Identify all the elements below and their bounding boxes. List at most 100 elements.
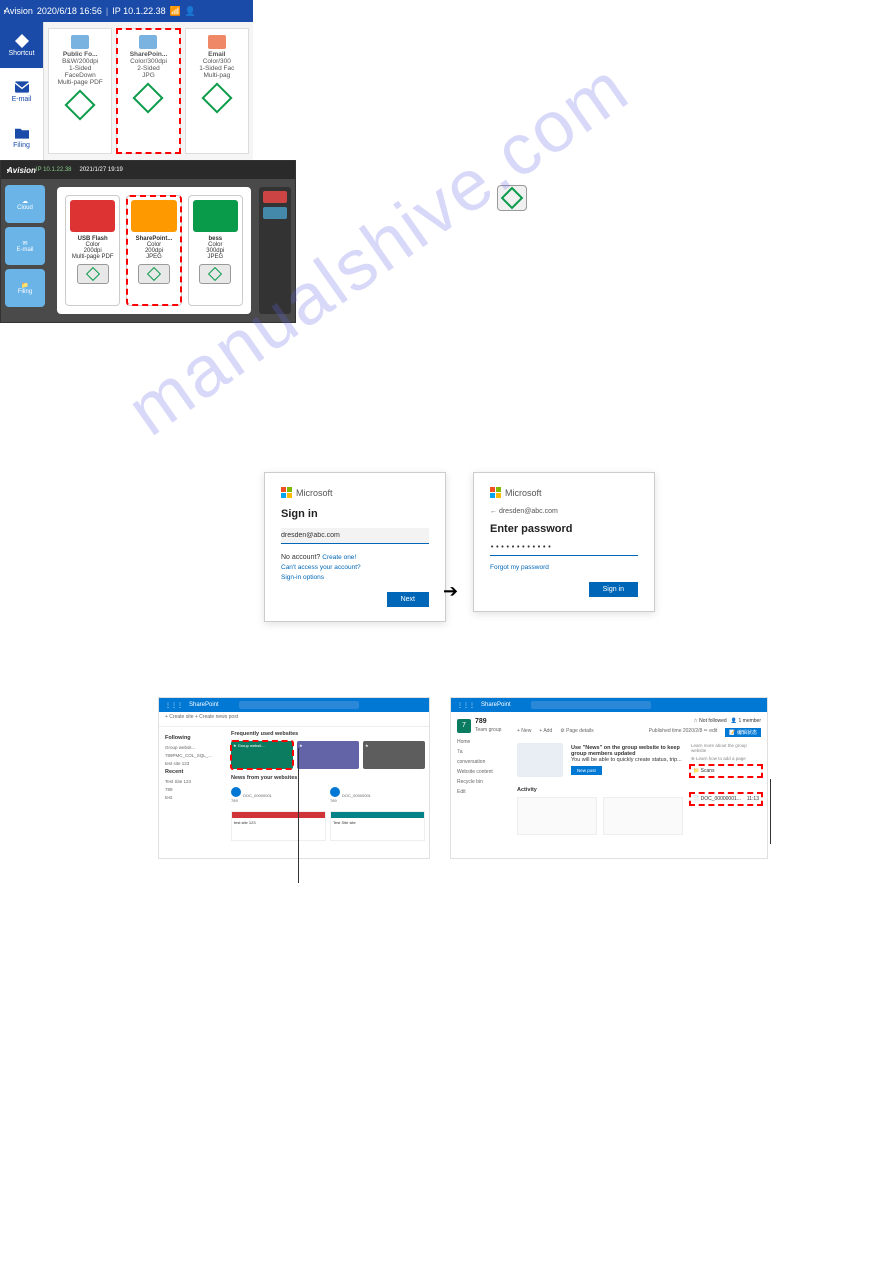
mail-icon: ✉ (22, 240, 27, 247)
grid-icon[interactable] (263, 191, 287, 203)
tile-public-folder[interactable]: Public Fo... B&W/200dpi 1-Sided FaceDown… (48, 28, 112, 154)
cant-access-link[interactable]: Can't access your account? (281, 564, 429, 571)
nav-item[interactable]: conversation (457, 759, 505, 765)
nav-item[interactable]: Website content (457, 769, 505, 775)
signin-button[interactable]: Sign in (589, 582, 638, 597)
new-post-button[interactable]: New post (571, 766, 602, 775)
nav-item[interactable]: Recycle bin (457, 779, 505, 785)
add-button[interactable]: + Add (539, 728, 552, 737)
ms-password-screen: Microsoft ← dresden@abc.com Enter passwo… (473, 472, 655, 612)
news-item[interactable]: DOC_00000001789 (231, 787, 326, 803)
create-account-link[interactable]: Create one! (322, 554, 356, 561)
scans-folder[interactable]: 📁 Scans (691, 766, 761, 776)
members-link[interactable]: 👤 1 member (731, 718, 761, 724)
nav-item[interactable]: 7a (457, 749, 505, 755)
diamond-icon (208, 267, 222, 281)
news-item[interactable]: DOC_00000001789 (330, 787, 425, 803)
arrow-icon: ➔ (443, 581, 458, 602)
following-item[interactable]: 789PMC_COL_SQL_... (165, 753, 221, 758)
user-icon: 👤 (185, 6, 196, 17)
account-email: ← dresden@abc.com (490, 508, 638, 515)
site-tile[interactable]: ★ (297, 741, 359, 769)
email-input[interactable] (281, 528, 429, 544)
search-input[interactable] (239, 701, 359, 709)
next-button[interactable]: Next (387, 592, 429, 607)
tile-email[interactable]: Email Color/300 1-Sided Fac Multi-pag (185, 28, 249, 154)
site-card[interactable]: Test Site site (330, 811, 425, 841)
sharepoint-home: ⋮⋮⋮ SharePoint + Create site + Create ne… (158, 697, 430, 859)
nav-cloud[interactable]: ☁Cloud (5, 185, 45, 223)
site-avatar-icon (330, 787, 340, 797)
brand: Avision (4, 6, 33, 16)
wifi-icon: 📶 (170, 6, 181, 17)
start-scan-button[interactable] (497, 185, 527, 211)
tile-sharepoint[interactable]: SharePoin... Color/300dpi 2-Sided JPG (116, 28, 180, 154)
site-avatar: 7 (457, 719, 471, 733)
sharepoint-icon (131, 200, 176, 232)
follow-link[interactable]: ☆ Not followed (693, 718, 726, 724)
search-input[interactable] (531, 701, 651, 709)
card-sharepoint[interactable]: SharePoint... Color 200dpi JPEG (126, 195, 181, 306)
start-icon (133, 82, 164, 113)
start-button[interactable] (138, 264, 170, 284)
site-card[interactable]: test site 123 (231, 811, 326, 841)
app-launcher-icon[interactable]: ⋮⋮⋮ (457, 702, 475, 709)
header-bar: Avision 2020/6/18 16:56 | IP 10.1.22.38 … (0, 0, 253, 22)
news-illustration (517, 743, 563, 777)
folder-icon: 📁 (21, 282, 28, 289)
cloud-icon: ☁ (22, 198, 28, 205)
nav-edit[interactable]: Edit (457, 789, 505, 795)
app-launcher-icon[interactable]: ⋮⋮⋮ (165, 702, 183, 709)
topbar: ⋮⋮⋮ SharePoint (451, 698, 767, 712)
start-icon (201, 82, 232, 113)
datetime: 2020/6/18 16:56 (37, 6, 102, 16)
brand: Avision (7, 166, 36, 175)
nav-home[interactable]: Home (457, 739, 505, 745)
site-tile-selected[interactable]: ★ Group websit... (231, 741, 293, 769)
nav-email[interactable]: E-mail (0, 68, 44, 114)
recent-item[interactable]: test (165, 795, 221, 800)
card-usb-flash[interactable]: USB Flash Color 200dpi Multi-page PDF (65, 195, 120, 306)
scanned-file[interactable]: 📄 DOC_00000001... 11:13 (691, 794, 761, 804)
site-avatar-icon (231, 787, 241, 797)
start-button[interactable] (77, 264, 109, 284)
callout-line (298, 748, 299, 883)
site-tile[interactable]: ★ (363, 741, 425, 769)
card-bess[interactable]: bess Color 300dpi JPEG (188, 195, 243, 306)
password-input[interactable]: •••••••••••• (490, 543, 638, 556)
diamond-icon (147, 267, 161, 281)
recent-item[interactable]: Test Site 123 (165, 779, 221, 784)
toolbar: + New + Add ⚙ Page details Published tim… (517, 728, 761, 737)
action-bar[interactable]: + Create site + Create news post (159, 712, 429, 727)
signin-options-link[interactable]: Sign-in options (281, 574, 429, 581)
start-icon (65, 89, 96, 120)
edit-button[interactable]: 📝 编辑状态 (725, 728, 761, 737)
new-button[interactable]: + New (517, 728, 531, 737)
activity-doc[interactable] (517, 797, 597, 835)
left-nav: Shortcut E-mail Filing (0, 22, 44, 160)
info-icon[interactable] (263, 207, 287, 219)
folder-icon (15, 126, 29, 140)
folder-icon (139, 35, 157, 49)
diamond-icon (86, 267, 100, 281)
activity-doc[interactable] (603, 797, 683, 835)
sharepoint-team-site: ⋮⋮⋮ SharePoint 7 789Team group Home 7a c… (450, 697, 768, 859)
start-button[interactable] (199, 264, 231, 284)
nav-filing[interactable]: 📁Filing (5, 269, 45, 307)
recent-item[interactable]: 789 (165, 787, 221, 792)
nav-shortcut[interactable]: Shortcut (0, 22, 44, 68)
signin-title: Sign in (281, 508, 429, 520)
published-info: Published time 2020/2/8 ✏ edit (649, 728, 718, 737)
following-item[interactable]: Group websit... (165, 745, 221, 750)
ms-signin-screen: Microsoft Sign in No account? Create one… (264, 472, 446, 622)
forgot-password-link[interactable]: Forgot my password (490, 564, 638, 571)
mail-icon (15, 80, 29, 94)
ip-address: IP 10.1.22.38 (112, 6, 165, 16)
nav-email[interactable]: ✉E-mail (5, 227, 45, 265)
page-details-button[interactable]: ⚙ Page details (560, 728, 593, 737)
ms-logo: Microsoft (281, 487, 429, 498)
following-item[interactable]: test site 123 (165, 761, 221, 766)
site-name: 789 (475, 718, 501, 725)
nav-filing[interactable]: Filing (0, 114, 44, 160)
avision-touchscreen-1: Avision 2020/6/18 16:56 | IP 10.1.22.38 … (0, 0, 253, 160)
